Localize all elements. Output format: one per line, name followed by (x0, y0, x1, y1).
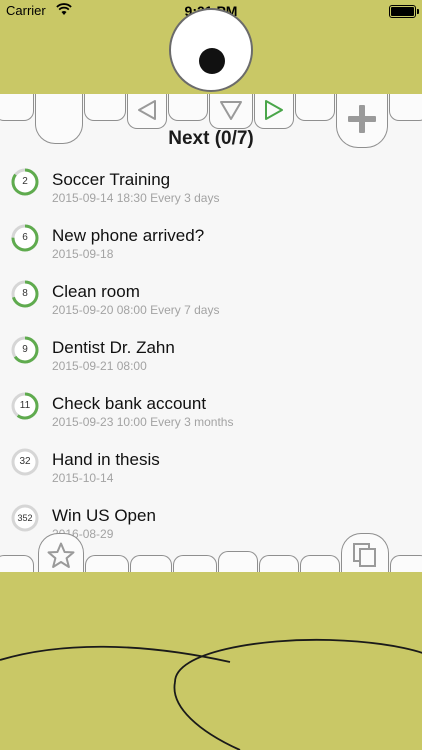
task-row[interactable]: 2 Soccer Training 2015-09-14 18:30 Every… (0, 160, 422, 216)
progress-badge: 6 (11, 224, 39, 252)
tooth (173, 555, 217, 573)
down-button[interactable] (209, 94, 253, 129)
triangle-right-icon (255, 99, 293, 126)
tooth (389, 94, 422, 121)
task-subtitle: 2015-10-14 (52, 471, 114, 485)
tooth (300, 555, 340, 573)
task-count: 8 (22, 288, 28, 299)
tooth (390, 555, 422, 573)
tooth (295, 94, 335, 121)
task-title: New phone arrived? (52, 226, 205, 245)
task-count: 32 (19, 456, 31, 467)
task-title: Dentist Dr. Zahn (52, 338, 175, 357)
page-title: Next (0/7) (168, 128, 254, 149)
next-button[interactable] (254, 94, 294, 129)
task-row[interactable]: 9 Dentist Dr. Zahn 2015-09-21 08:00 (0, 328, 422, 384)
task-count: 2 (22, 176, 28, 187)
task-subtitle: 2015-09-20 08:00 Every 7 days (52, 303, 220, 317)
task-title: Clean room (52, 282, 140, 301)
monster-eye (169, 8, 253, 92)
monster-body (0, 572, 422, 750)
task-subtitle: 2015-09-23 10:00 Every 3 months (52, 415, 234, 429)
eye-pupil (199, 48, 225, 74)
tooth (0, 94, 34, 121)
task-title: Hand in thesis (52, 450, 160, 469)
task-title: Soccer Training (52, 170, 171, 189)
decorative-bubbles (0, 638, 422, 750)
star-icon (39, 542, 83, 574)
task-subtitle: 2015-09-18 (52, 247, 114, 261)
task-row[interactable]: 11 Check bank account 2015-09-23 10:00 E… (0, 384, 422, 440)
copy-button[interactable] (341, 533, 389, 573)
tooth (85, 555, 129, 573)
progress-badge: 8 (11, 280, 39, 308)
copy-icon (342, 542, 388, 573)
bottom-toolbar (0, 525, 422, 573)
tooth (84, 94, 126, 121)
task-count: 11 (19, 400, 31, 411)
task-subtitle: 2015-09-14 18:30 Every 3 days (52, 191, 220, 205)
triangle-down-icon (210, 98, 252, 127)
triangle-left-icon (128, 99, 166, 126)
favorite-button[interactable] (38, 533, 84, 573)
tooth (218, 551, 258, 573)
prev-button[interactable] (127, 94, 167, 129)
task-row[interactable]: 32 Hand in thesis 2015-10-14 (0, 440, 422, 496)
tooth (259, 555, 299, 573)
progress-badge: 32 (11, 448, 39, 476)
task-row[interactable]: 8 Clean room 2015-09-20 08:00 Every 7 da… (0, 272, 422, 328)
task-subtitle: 2015-09-21 08:00 (52, 359, 147, 373)
progress-badge: 9 (11, 336, 39, 364)
tooth (168, 94, 208, 121)
tooth (130, 555, 172, 573)
progress-badge: 11 (11, 392, 39, 420)
tooth (0, 555, 34, 573)
battery-icon (389, 5, 419, 18)
task-title: Win US Open (52, 506, 156, 525)
task-count: 6 (22, 232, 28, 243)
task-count: 9 (22, 344, 28, 355)
task-row[interactable]: 6 New phone arrived? 2015-09-18 (0, 216, 422, 272)
progress-badge: 2 (11, 168, 39, 196)
task-title: Check bank account (52, 394, 207, 413)
